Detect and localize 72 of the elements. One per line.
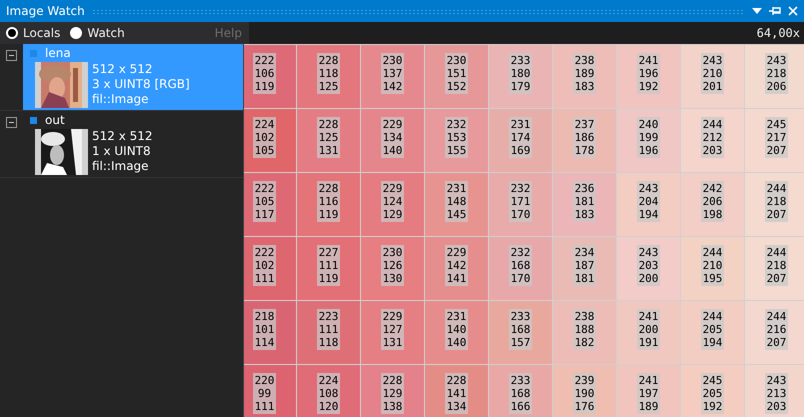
pixel-values: 239 190 176 [572, 373, 596, 414]
pixel-values: 229 134 140 [380, 117, 404, 158]
collapse-icon[interactable] [6, 117, 17, 128]
pixel-values: 245 217 207 [764, 117, 788, 158]
pixel-values: 229 127 131 [380, 309, 404, 350]
pixel-values: 244 218 207 [764, 181, 788, 222]
pixel-values: 228 118 125 [316, 53, 340, 94]
pixel-values: 232 168 170 [508, 245, 532, 286]
pixel-values: 230 126 130 [380, 245, 404, 286]
pixel-values: 231 174 169 [508, 117, 532, 158]
pixel-values: 222 105 117 [252, 181, 276, 222]
pixel-values: 220 99 111 [252, 373, 276, 414]
window-title: Image Watch [6, 4, 85, 18]
pixel-values: 244 212 203 [700, 117, 724, 158]
pixel-values: 222 106 119 [252, 53, 276, 94]
close-icon[interactable] [788, 6, 798, 16]
pixel-values: 228 116 119 [316, 181, 340, 222]
image-list-item[interactable]: out 512 x 512 1 x UINT8 fil::Image [23, 111, 243, 177]
pixel-values: 238 189 183 [572, 53, 596, 94]
pixel-values: 230 137 142 [380, 53, 404, 94]
pixel-values: 222 102 111 [252, 245, 276, 286]
pixel-values: 223 111 118 [316, 309, 340, 350]
pixel-values: 237 186 178 [572, 117, 596, 158]
pixel-values: 242 206 198 [700, 181, 724, 222]
pixel-values: 245 205 192 [700, 373, 724, 414]
pixel-values: 234 187 181 [572, 245, 596, 286]
pixel-values: 241 197 189 [636, 373, 660, 414]
image-info: 3 x UINT8 [RGB] [92, 77, 190, 92]
pixel-values: 218 101 114 [252, 309, 276, 350]
pixel-values: 244 205 194 [700, 309, 724, 350]
pixel-values: 233 168 166 [508, 373, 532, 414]
pixel-values: 231 148 145 [444, 181, 468, 222]
pixel-values: 233 180 179 [508, 53, 532, 94]
pixel-values: 228 125 131 [316, 117, 340, 158]
pixel-values: 243 203 200 [636, 245, 660, 286]
view-radio[interactable]: Watch [70, 26, 125, 40]
pixel-values: 244 216 207 [764, 309, 788, 350]
pixel-values: 224 102 105 [252, 117, 276, 158]
image-info: 1 x UINT8 [92, 144, 152, 159]
pixel-values: 243 204 194 [636, 181, 660, 222]
pixel-values: 228 129 138 [380, 373, 404, 414]
pixel-values: 243 213 203 [764, 373, 788, 414]
view-radio[interactable]: Locals [6, 26, 60, 40]
collapse-icon[interactable] [6, 50, 17, 61]
pixel-values: 230 151 152 [444, 53, 468, 94]
pixel-values: 229 142 141 [444, 245, 468, 286]
pixel-values: 241 200 191 [636, 309, 660, 350]
pixel-values: 236 181 183 [572, 181, 596, 222]
pixel-values: 227 111 119 [316, 245, 340, 286]
pixel-values: 228 141 134 [444, 373, 468, 414]
image-name: out [45, 113, 65, 127]
pixel-values: 232 171 170 [508, 181, 532, 222]
pixel-values: 241 196 192 [636, 53, 660, 94]
pixel-values: 229 124 129 [380, 181, 404, 222]
pixel-values: 232 153 155 [444, 117, 468, 158]
pixel-values: 233 168 157 [508, 309, 532, 350]
pixel-values: 243 210 201 [700, 53, 724, 94]
pixel-values: 240 199 196 [636, 117, 660, 158]
zoom-level: 64,00x [756, 26, 800, 40]
pin-icon[interactable] [769, 6, 781, 16]
pixel-values: 231 140 140 [444, 309, 468, 350]
pixel-values: 243 218 206 [764, 53, 788, 94]
image-info: fil::Image [92, 92, 150, 107]
pixel-values: 238 188 182 [572, 309, 596, 350]
pixel-values: 224 108 120 [316, 373, 340, 414]
image-name: lena [45, 46, 71, 60]
image-info: 512 x 512 [92, 129, 153, 144]
pixel-values: 244 218 207 [764, 245, 788, 286]
image-info: fil::Image [92, 159, 150, 174]
dropdown-icon[interactable] [752, 8, 762, 14]
image-info: 512 x 512 [92, 62, 154, 77]
pixel-values: 244 210 195 [700, 245, 724, 286]
